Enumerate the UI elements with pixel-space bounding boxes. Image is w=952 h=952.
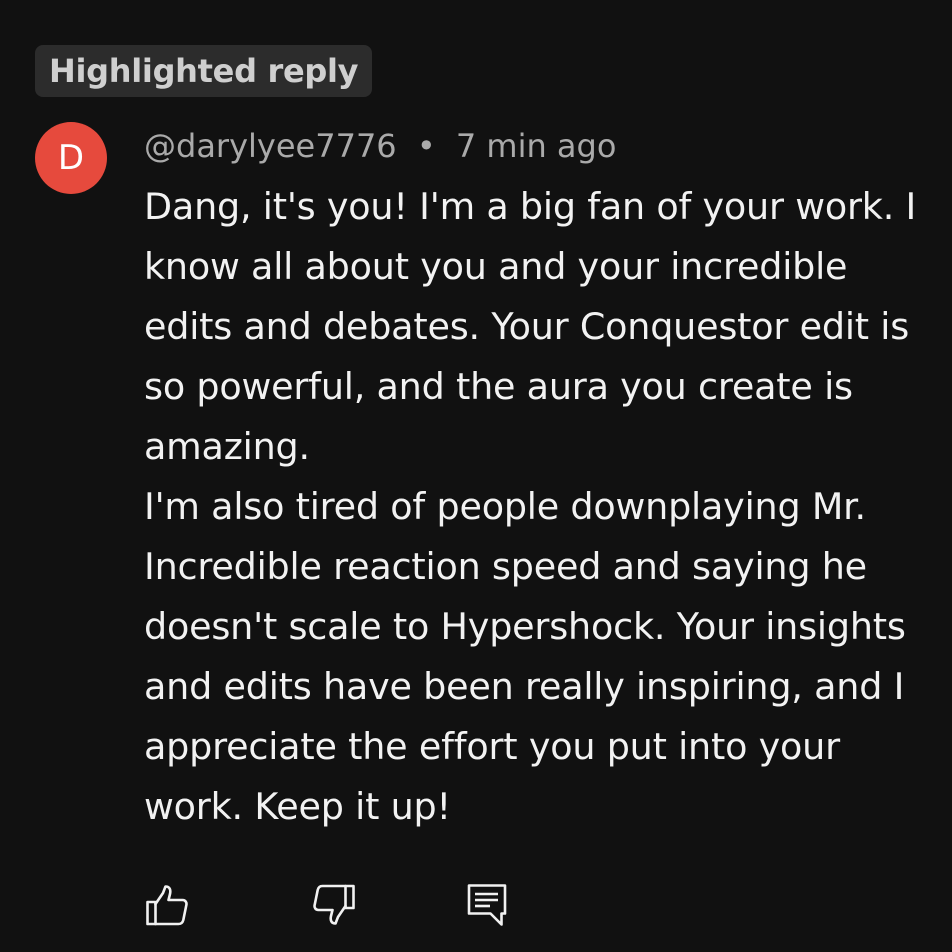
comment-line: appreciate the effort you put into your — [144, 725, 840, 768]
comment-line: and edits have been really inspiring, an… — [144, 665, 905, 708]
thumbs-up-icon — [146, 885, 188, 926]
avatar[interactable]: D — [35, 122, 107, 194]
timestamp: 7 min ago — [455, 127, 617, 165]
username[interactable]: @darylyee7776 — [144, 127, 397, 165]
reply-button[interactable] — [464, 882, 510, 928]
comment-line: edits and debates. Your Conquestor edit … — [144, 305, 910, 348]
comment-line: so powerful, and the aura you create is — [144, 365, 853, 408]
thumbs-down-icon — [313, 884, 355, 925]
comment-icon — [467, 884, 507, 926]
highlighted-reply-badge: Highlighted reply — [35, 45, 373, 97]
comment-line: work. Keep it up! — [144, 785, 451, 828]
comment-line: Dang, it's you! I'm a big fan of your wo… — [144, 185, 917, 228]
comment-line: I'm also tired of people downplaying Mr. — [144, 485, 866, 528]
comment-line: doesn't scale to Hypershock. Your insigh… — [144, 605, 906, 648]
meta-separator: • — [416, 127, 436, 165]
like-button[interactable] — [144, 882, 190, 928]
comment-body: Dang, it's you! I'm a big fan of your wo… — [144, 177, 952, 837]
comment-meta: @darylyee7776 • 7 min ago — [144, 124, 616, 168]
comment-line: amazing. — [144, 425, 310, 468]
comment-line: know all about you and your incredible — [144, 245, 848, 288]
dislike-button[interactable] — [311, 882, 357, 928]
comment-line: Incredible reaction speed and saying he — [144, 545, 867, 588]
